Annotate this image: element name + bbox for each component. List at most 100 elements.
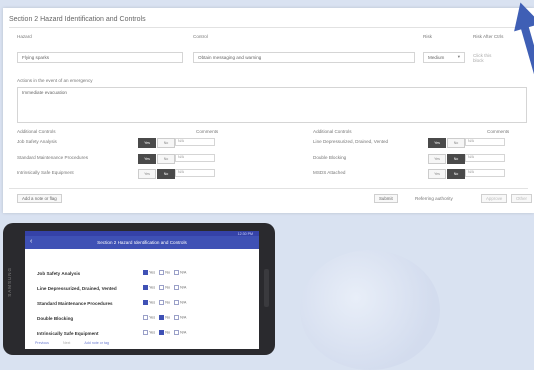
yes-no-toggle[interactable]: Yes No	[428, 138, 465, 148]
na-checkbox[interactable]: N/A	[174, 285, 186, 290]
no-label: No	[165, 330, 171, 335]
yes-option[interactable]: Yes	[138, 138, 156, 148]
na-label: N/A	[180, 330, 187, 335]
control-input[interactable]: Obtain messaging and warning	[193, 52, 415, 63]
yes-no-toggle[interactable]: Yes No	[428, 169, 465, 179]
yes-checkbox[interactable]: Yes	[143, 300, 155, 305]
na-label: N/A	[180, 300, 187, 305]
add-note-button[interactable]: Add a note or flag	[17, 194, 62, 203]
checkbox-icon	[174, 300, 180, 305]
yes-label: Yes	[149, 270, 156, 275]
divider	[9, 188, 528, 189]
tablet-brand-logo: SAMSUNG	[7, 267, 12, 297]
back-arrow-icon[interactable]: ‹	[30, 238, 32, 245]
submit-button[interactable]: Submit	[374, 194, 398, 203]
no-label: No	[165, 300, 171, 305]
next-link[interactable]: Next	[63, 341, 70, 345]
add-note-link[interactable]: Add note or tag	[84, 341, 109, 345]
yes-no-toggle[interactable]: Yes No	[428, 154, 465, 164]
tablet-home-button	[264, 269, 269, 307]
yes-option[interactable]: Yes	[428, 154, 446, 164]
comments-label: Comments	[487, 129, 510, 134]
comment-field[interactable]: N/A	[465, 154, 505, 162]
control-label: Line Depressurized, Drained, Vented	[313, 139, 389, 144]
tablet-device: SAMSUNG 12:30 PM ‹ Section 2 Hazard Iden…	[3, 223, 275, 355]
mobile-checkbox-group: Yes No N/A	[143, 285, 186, 290]
no-checkbox[interactable]: No	[159, 285, 170, 290]
hazard-column-header: Hazard	[17, 34, 32, 39]
risk-after-select[interactable]: Click this block	[473, 53, 503, 63]
checkbox-icon	[159, 300, 165, 305]
na-label: N/A	[180, 285, 187, 290]
yes-checkbox[interactable]: Yes	[143, 270, 155, 275]
na-checkbox[interactable]: N/A	[174, 330, 186, 335]
mobile-control-label: Line Depressurized, Drained, Vented	[37, 286, 117, 291]
checkbox-icon	[159, 330, 165, 335]
yes-option[interactable]: Yes	[138, 154, 156, 164]
yes-no-toggle[interactable]: Yes No	[138, 138, 175, 148]
risk-after-column-header: Risk After Ctrls	[473, 34, 504, 39]
no-label: No	[165, 270, 171, 275]
hazard-input[interactable]: Flying sparks	[17, 52, 183, 63]
na-checkbox[interactable]: N/A	[174, 315, 186, 320]
comments-label: Comments	[196, 129, 219, 134]
no-checkbox[interactable]: No	[159, 315, 170, 320]
comment-field[interactable]: N/A	[175, 138, 215, 146]
control-label: Double Blocking	[313, 155, 347, 160]
form-title: Section 2 Hazard Identification and Cont…	[9, 16, 146, 23]
yes-label: Yes	[149, 315, 156, 320]
yes-no-toggle[interactable]: Yes No	[138, 169, 175, 179]
na-label: N/A	[180, 270, 187, 275]
no-option[interactable]: No	[447, 154, 465, 164]
no-option[interactable]: No	[157, 169, 175, 179]
no-option[interactable]: No	[447, 169, 465, 179]
mobile-checkbox-group: Yes No N/A	[143, 300, 186, 305]
risk-column-header: Risk	[423, 34, 432, 39]
comment-field[interactable]: N/A	[175, 154, 215, 162]
comment-field[interactable]: N/A	[465, 169, 505, 177]
checkbox-icon	[143, 285, 148, 290]
checkbox-icon	[174, 270, 180, 275]
comment-field[interactable]: N/A	[465, 138, 505, 146]
background-blob	[300, 250, 440, 370]
yes-no-toggle[interactable]: Yes No	[138, 154, 175, 164]
yes-checkbox[interactable]: Yes	[143, 330, 155, 335]
control-column-header: Control	[193, 34, 208, 39]
yes-checkbox[interactable]: Yes	[143, 315, 155, 320]
control-label: Job Safety Analysis	[17, 139, 57, 144]
additional-controls-label: Additional Controls	[313, 129, 352, 134]
yes-checkbox[interactable]: Yes	[143, 285, 155, 290]
mobile-checkbox-group: Yes No N/A	[143, 315, 186, 320]
checkbox-icon	[143, 315, 148, 320]
comment-field[interactable]: N/A	[175, 169, 215, 177]
no-label: No	[165, 315, 171, 320]
app-bar: ‹ Section 2 Hazard Identification and Co…	[25, 236, 259, 249]
mobile-checkbox-group: Yes No N/A	[143, 270, 186, 275]
no-checkbox[interactable]: No	[159, 270, 170, 275]
yes-option[interactable]: Yes	[428, 169, 446, 179]
previous-link[interactable]: Previous	[35, 341, 49, 345]
yes-option[interactable]: Yes	[138, 169, 156, 179]
emergency-label: Actions in the event of an emergency	[17, 78, 93, 83]
no-checkbox[interactable]: No	[159, 330, 170, 335]
no-label: No	[165, 285, 171, 290]
na-checkbox[interactable]: N/A	[174, 300, 186, 305]
no-option[interactable]: No	[447, 138, 465, 148]
tablet-screen: 12:30 PM ‹ Section 2 Hazard Identificati…	[25, 231, 259, 349]
approve-button[interactable]: Approve	[481, 194, 508, 203]
na-checkbox[interactable]: N/A	[174, 270, 186, 275]
yes-label: Yes	[149, 330, 156, 335]
checkbox-icon	[174, 330, 180, 335]
checkbox-icon	[143, 270, 148, 275]
no-checkbox[interactable]: No	[159, 300, 170, 305]
checkbox-icon	[143, 330, 148, 335]
emergency-textarea[interactable]: Immediate evacuation	[17, 87, 527, 123]
other-button[interactable]: Other	[511, 194, 532, 203]
risk-select[interactable]: Medium	[423, 52, 465, 63]
no-option[interactable]: No	[157, 138, 175, 148]
no-option[interactable]: No	[157, 154, 175, 164]
mobile-control-label: Double Blocking	[37, 316, 74, 321]
checkbox-icon	[174, 315, 180, 320]
status-time: 12:30 PM	[237, 231, 253, 236]
yes-option[interactable]: Yes	[428, 138, 446, 148]
